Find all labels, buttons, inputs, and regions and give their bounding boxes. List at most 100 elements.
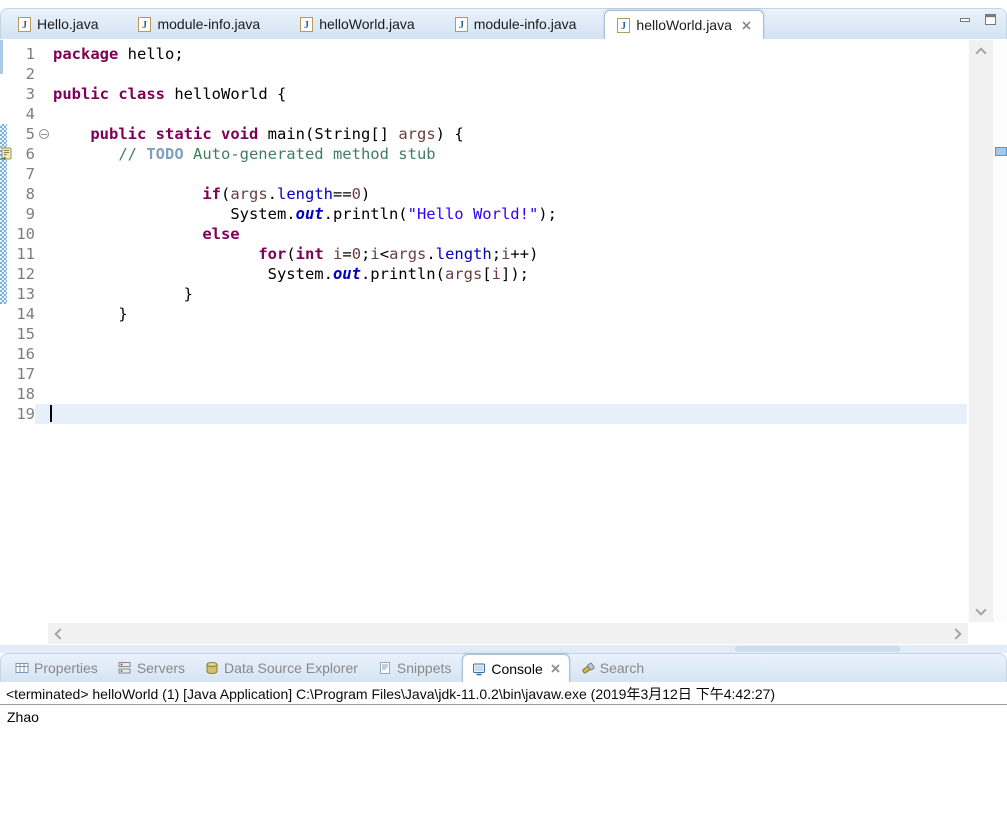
line-marker-column[interactable] [0, 64, 13, 84]
fold-column [35, 224, 53, 244]
code-text[interactable]: System.out.println(args[i]); [53, 264, 967, 284]
editor-tab-helloworld-java[interactable]: JhelloWorld.java [288, 9, 426, 39]
console-tab-console[interactable]: Console [462, 654, 570, 682]
code-text[interactable] [53, 104, 967, 124]
vertical-scrollbar[interactable] [969, 40, 993, 622]
line-marker-column[interactable] [0, 124, 13, 144]
tab-label: Servers [136, 660, 186, 676]
code-text[interactable] [53, 164, 967, 184]
editor-tab-hello-java[interactable]: J Hello.java [6, 9, 110, 39]
code-text[interactable]: public class helloWorld { [53, 84, 967, 104]
line-marker-column[interactable] [0, 384, 13, 404]
code-line-12[interactable]: 12 System.out.println(args[i]); [0, 264, 967, 284]
code-line-17[interactable]: 17 [0, 364, 967, 384]
code-line-14[interactable]: 14 } [0, 304, 967, 324]
line-number: 14 [16, 305, 35, 323]
code-text[interactable]: public static void main(String[] args) { [53, 124, 967, 144]
scroll-down-icon[interactable] [975, 604, 987, 616]
scroll-right-icon[interactable] [950, 628, 962, 640]
fold-collapse-icon[interactable] [39, 129, 49, 139]
line-marker-column[interactable] [0, 204, 13, 224]
close-icon[interactable] [551, 664, 560, 673]
line-marker-column[interactable] [0, 324, 13, 344]
maximize-icon[interactable] [984, 13, 997, 26]
java-file-icon: J [617, 17, 631, 33]
code-text[interactable] [53, 364, 967, 384]
fold-column [35, 384, 53, 404]
minimize-icon[interactable] [959, 14, 972, 25]
svg-text:J: J [304, 20, 309, 31]
console-tab-search[interactable]: Search [572, 654, 653, 682]
code-text[interactable]: } [53, 304, 967, 324]
scroll-left-icon[interactable] [54, 628, 66, 640]
code-line-2[interactable]: 2 [0, 64, 967, 84]
code-text[interactable] [53, 384, 967, 404]
tab-label: Data Source Explorer [224, 660, 358, 676]
code-text[interactable]: package hello; [53, 44, 967, 64]
line-marker-column[interactable] [0, 364, 13, 384]
code-line-13[interactable]: 13 } [0, 284, 967, 304]
task-annotation-marker[interactable] [995, 147, 1007, 156]
console-tab-properties[interactable]: Properties [6, 654, 107, 682]
code-text[interactable] [53, 64, 967, 84]
fold-column [35, 304, 53, 324]
line-marker-column[interactable] [0, 304, 13, 324]
line-marker-column[interactable] [0, 184, 13, 204]
code-line-18[interactable]: 18 [0, 384, 967, 404]
line-marker-column[interactable] [0, 84, 13, 104]
tab-label: helloWorld.java [319, 16, 415, 32]
code-text[interactable]: } [53, 284, 967, 304]
code-line-6[interactable]: 6 // TODO Auto-generated method stub [0, 144, 967, 164]
code-line-7[interactable]: 7 [0, 164, 967, 184]
line-marker-column[interactable] [0, 104, 13, 124]
line-marker-column[interactable] [0, 284, 13, 304]
code-text[interactable]: for(int i=0;i<args.length;i++) [53, 244, 967, 264]
code-line-16[interactable]: 16 [0, 344, 967, 364]
code-line-3[interactable]: 3 public class helloWorld { [0, 84, 967, 104]
code-text[interactable]: // TODO Auto-generated method stub [53, 144, 967, 164]
console-tab-snippets[interactable]: Snippets [369, 654, 460, 682]
editor-tab-module-info-java[interactable]: Jmodule-info.java [443, 9, 589, 39]
sash-drag-handle[interactable] [735, 646, 900, 652]
line-number: 17 [16, 365, 35, 383]
line-number: 6 [25, 145, 35, 163]
overview-ruler[interactable] [993, 40, 1007, 622]
code-line-11[interactable]: 11 for(int i=0;i<args.length;i++) [0, 244, 967, 264]
code-text[interactable]: else [53, 224, 967, 244]
code-line-10[interactable]: 10 else [0, 224, 967, 244]
line-marker-column[interactable] [0, 44, 13, 64]
editor-tab-helloworld-java[interactable]: JhelloWorld.java [604, 10, 764, 39]
line-marker-column[interactable] [0, 404, 13, 424]
line-marker-column[interactable] [0, 244, 13, 264]
java-file-icon: J [138, 16, 152, 32]
code-line-9[interactable]: 9 System.out.println("Hello World!"); [0, 204, 967, 224]
scroll-up-icon[interactable] [975, 47, 987, 59]
code-editor[interactable]: 1 package hello; 2 3 public class helloWorld… [0, 39, 1007, 623]
line-marker-column[interactable] [0, 144, 13, 164]
code-line-5[interactable]: 5 public static void main(String[] args)… [0, 124, 967, 144]
editor-console-sash[interactable] [0, 645, 1007, 653]
line-marker-column[interactable] [0, 344, 13, 364]
close-icon[interactable] [742, 20, 751, 30]
code-text[interactable] [50, 404, 967, 424]
code-text[interactable] [53, 344, 967, 364]
code-line-1[interactable]: 1 package hello; [0, 44, 967, 64]
line-marker-column[interactable] [0, 264, 13, 284]
code-text[interactable] [53, 324, 967, 344]
code-line-19[interactable]: 19 [0, 404, 967, 424]
console-tab-servers[interactable]: Servers [109, 654, 194, 682]
console-output[interactable]: Zhao [0, 705, 1007, 725]
tab-label: Hello.java [37, 16, 99, 32]
code-line-8[interactable]: 8 if(args.length==0) [0, 184, 967, 204]
code-text[interactable]: System.out.println("Hello World!"); [53, 204, 967, 224]
line-marker-column[interactable] [0, 224, 13, 244]
line-number: 3 [25, 85, 35, 103]
code-line-15[interactable]: 15 [0, 324, 967, 344]
console-tab-data-source-explorer[interactable]: Data Source Explorer [196, 654, 367, 682]
code-text[interactable]: if(args.length==0) [53, 184, 967, 204]
fold-column [35, 84, 53, 104]
horizontal-scrollbar[interactable] [48, 623, 968, 644]
line-marker-column[interactable] [0, 164, 13, 184]
editor-tab-module-info-java[interactable]: Jmodule-info.java [126, 9, 272, 39]
code-line-4[interactable]: 4 [0, 104, 967, 124]
